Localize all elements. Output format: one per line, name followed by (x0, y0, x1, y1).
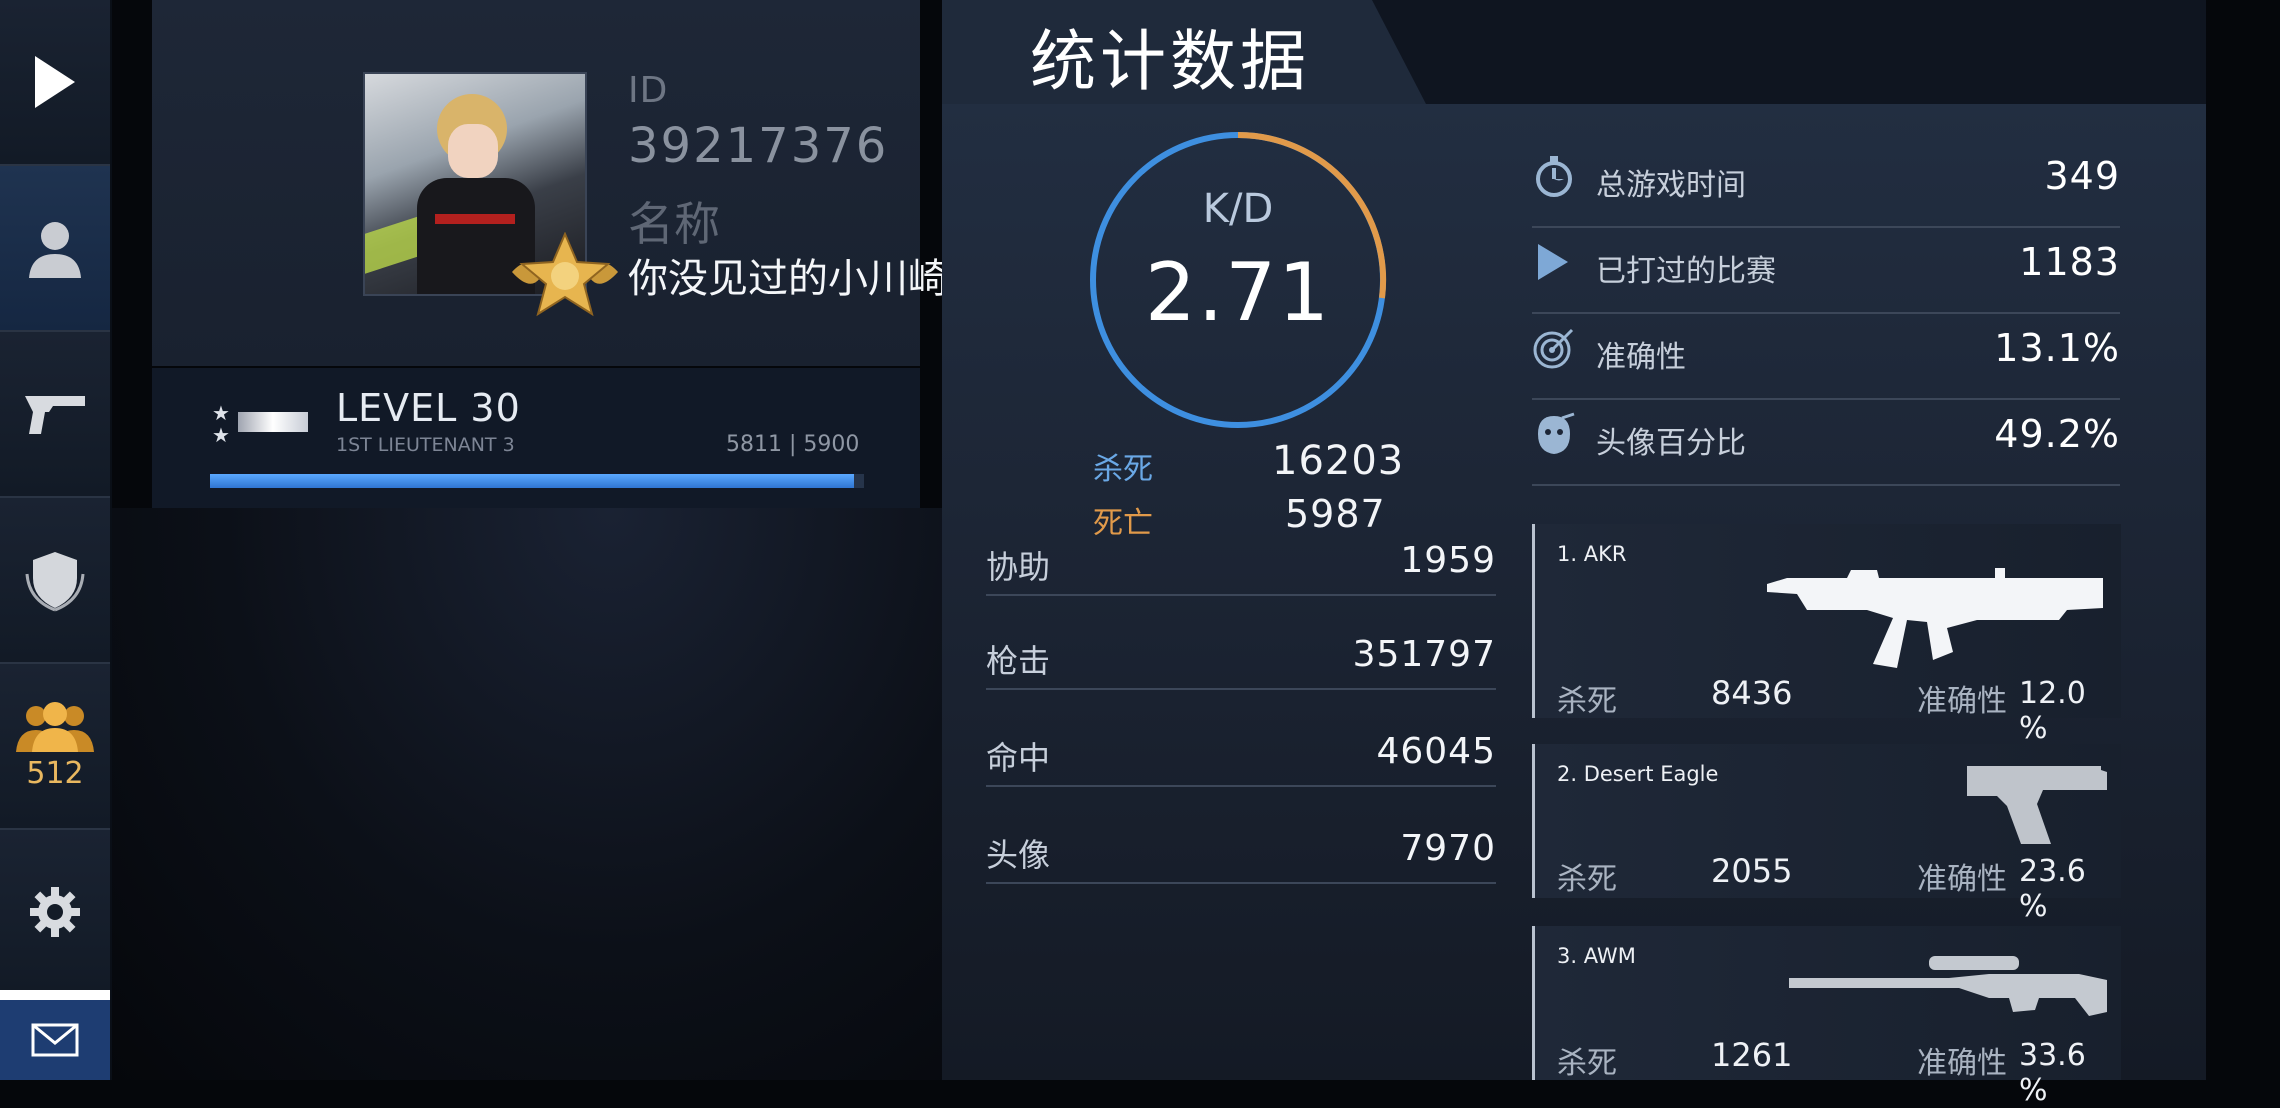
target-icon (1533, 328, 1574, 369)
xp-text: 5811 | 5900 (726, 432, 860, 457)
summary-row-accuracy: 准确性 13.1% (1532, 312, 2120, 400)
weapon-name: 2. Desert Eagle (1557, 762, 1719, 786)
summary-label: 头像百分比 (1596, 426, 1746, 461)
summary-value: 349 (2044, 154, 2120, 198)
stat-value: 7970 (1400, 828, 1496, 869)
summary-value: 49.2% (1994, 412, 2120, 456)
stat-value: 46045 (1376, 731, 1496, 772)
friends-icon (16, 701, 94, 752)
id-label: ID (628, 70, 669, 111)
xp-progress-bar (210, 474, 864, 488)
page-title: 统计数据 (1030, 23, 1310, 100)
shield-icon (25, 552, 85, 612)
sidebar-item-mail[interactable] (0, 990, 110, 1080)
stat-row-hits: 命中 46045 (986, 725, 1496, 787)
play-icon (35, 56, 75, 108)
weapon-kills-label: 杀死 (1557, 1046, 1617, 1081)
weapon-kills-label: 杀死 (1557, 862, 1617, 897)
play-icon (1538, 244, 1568, 280)
stat-label: 枪击 (986, 642, 1051, 680)
background-art (112, 508, 942, 1080)
summary-label: 总游戏时间 (1596, 168, 1746, 203)
friends-count-badge: 512 (26, 755, 84, 791)
stat-value: 351797 (1352, 634, 1496, 675)
rank-bar-icon (238, 412, 308, 432)
stat-row-assists: 协助 1959 (986, 534, 1496, 596)
sidebar: 512 (0, 0, 112, 1080)
weapon-accuracy: 12.0 % (2019, 676, 2086, 746)
stat-label: 协助 (986, 548, 1051, 586)
kills-label: 杀死 (1093, 452, 1153, 487)
pistol-icon (25, 396, 85, 434)
stat-label: 头像 (986, 836, 1051, 874)
weapon-name: 3. AWM (1557, 944, 1636, 968)
level-title: LEVEL 30 (336, 386, 521, 430)
sidebar-item-profile[interactable] (0, 166, 110, 333)
kd-value: 2.71 (1144, 246, 1332, 339)
weapon-accuracy-label: 准确性 (1917, 1046, 2007, 1081)
summary-value: 13.1% (1994, 326, 2120, 370)
sidebar-item-achievements[interactable] (0, 498, 110, 665)
kills-value: 16203 (1272, 438, 1405, 484)
weapon-kills-label: 杀死 (1557, 684, 1617, 719)
head-icon (1538, 412, 1575, 454)
weapon-accuracy-label: 准确性 (1917, 684, 2007, 719)
stat-label: 命中 (986, 739, 1051, 777)
level-rank: 1ST LIEUTENANT 3 (336, 434, 515, 456)
rank-stars-icon: ★ ★ (212, 401, 230, 447)
xp-progress-fill (210, 474, 855, 488)
stat-value: 1959 (1400, 540, 1496, 581)
weapon-card-3[interactable]: 3. AWM 杀死 1261 准确性 33.6 % (1532, 926, 2121, 1108)
summary-label: 已打过的比赛 (1596, 254, 1776, 289)
rank-medal-icon (512, 232, 618, 317)
kd-label: K/D (1202, 186, 1274, 232)
weapon-accuracy: 33.6 % (2019, 1038, 2086, 1108)
weapon-name: 1. AKR (1557, 542, 1627, 566)
weapon-card-1[interactable]: 1. AKR 杀死 8436 准确性 12.0 % (1532, 524, 2121, 746)
sidebar-item-settings[interactable] (0, 830, 110, 997)
mail-icon (31, 1023, 79, 1057)
stopwatch-icon (1536, 156, 1572, 197)
weapon-kills: 8436 (1711, 674, 1793, 712)
summary-row-playtime: 总游戏时间 349 (1532, 140, 2120, 228)
pistol-icon (1967, 766, 2107, 844)
weapon-card-2[interactable]: 2. Desert Eagle 杀死 2055 准确性 23.6 % (1532, 744, 2121, 924)
summary-label: 准确性 (1596, 340, 1686, 375)
sidebar-item-friends[interactable]: 512 (0, 664, 110, 831)
weapon-kills: 1261 (1711, 1036, 1793, 1074)
profile-panel: ID 39217376 名称 你没见过的小川崎™♥ (152, 0, 1024, 366)
weapon-accuracy: 23.6 % (2019, 854, 2086, 924)
level-panel: ★ ★ LEVEL 30 1ST LIEUTENANT 3 5811 | 5900 (152, 368, 920, 508)
sniper-icon (1789, 956, 2107, 1016)
weapon-kills: 2055 (1711, 852, 1793, 890)
stat-row-shots: 枪击 351797 (986, 628, 1496, 690)
deaths-value: 5987 (1285, 492, 1386, 536)
stat-row-headshots: 头像 7970 (986, 822, 1496, 884)
gear-icon (30, 887, 80, 937)
rifle-icon (1767, 568, 2103, 668)
sidebar-item-weapons[interactable] (0, 332, 110, 499)
summary-value: 1183 (2019, 240, 2120, 284)
profile-icon (29, 222, 81, 278)
name-label: 名称 (628, 197, 720, 251)
sidebar-item-play[interactable] (0, 0, 110, 167)
player-id: 39217376 (628, 118, 889, 174)
weapon-accuracy-label: 准确性 (1917, 862, 2007, 897)
summary-row-matches: 已打过的比赛 1183 (1532, 226, 2120, 314)
summary-row-headshot-pct: 头像百分比 49.2% (1532, 398, 2120, 486)
